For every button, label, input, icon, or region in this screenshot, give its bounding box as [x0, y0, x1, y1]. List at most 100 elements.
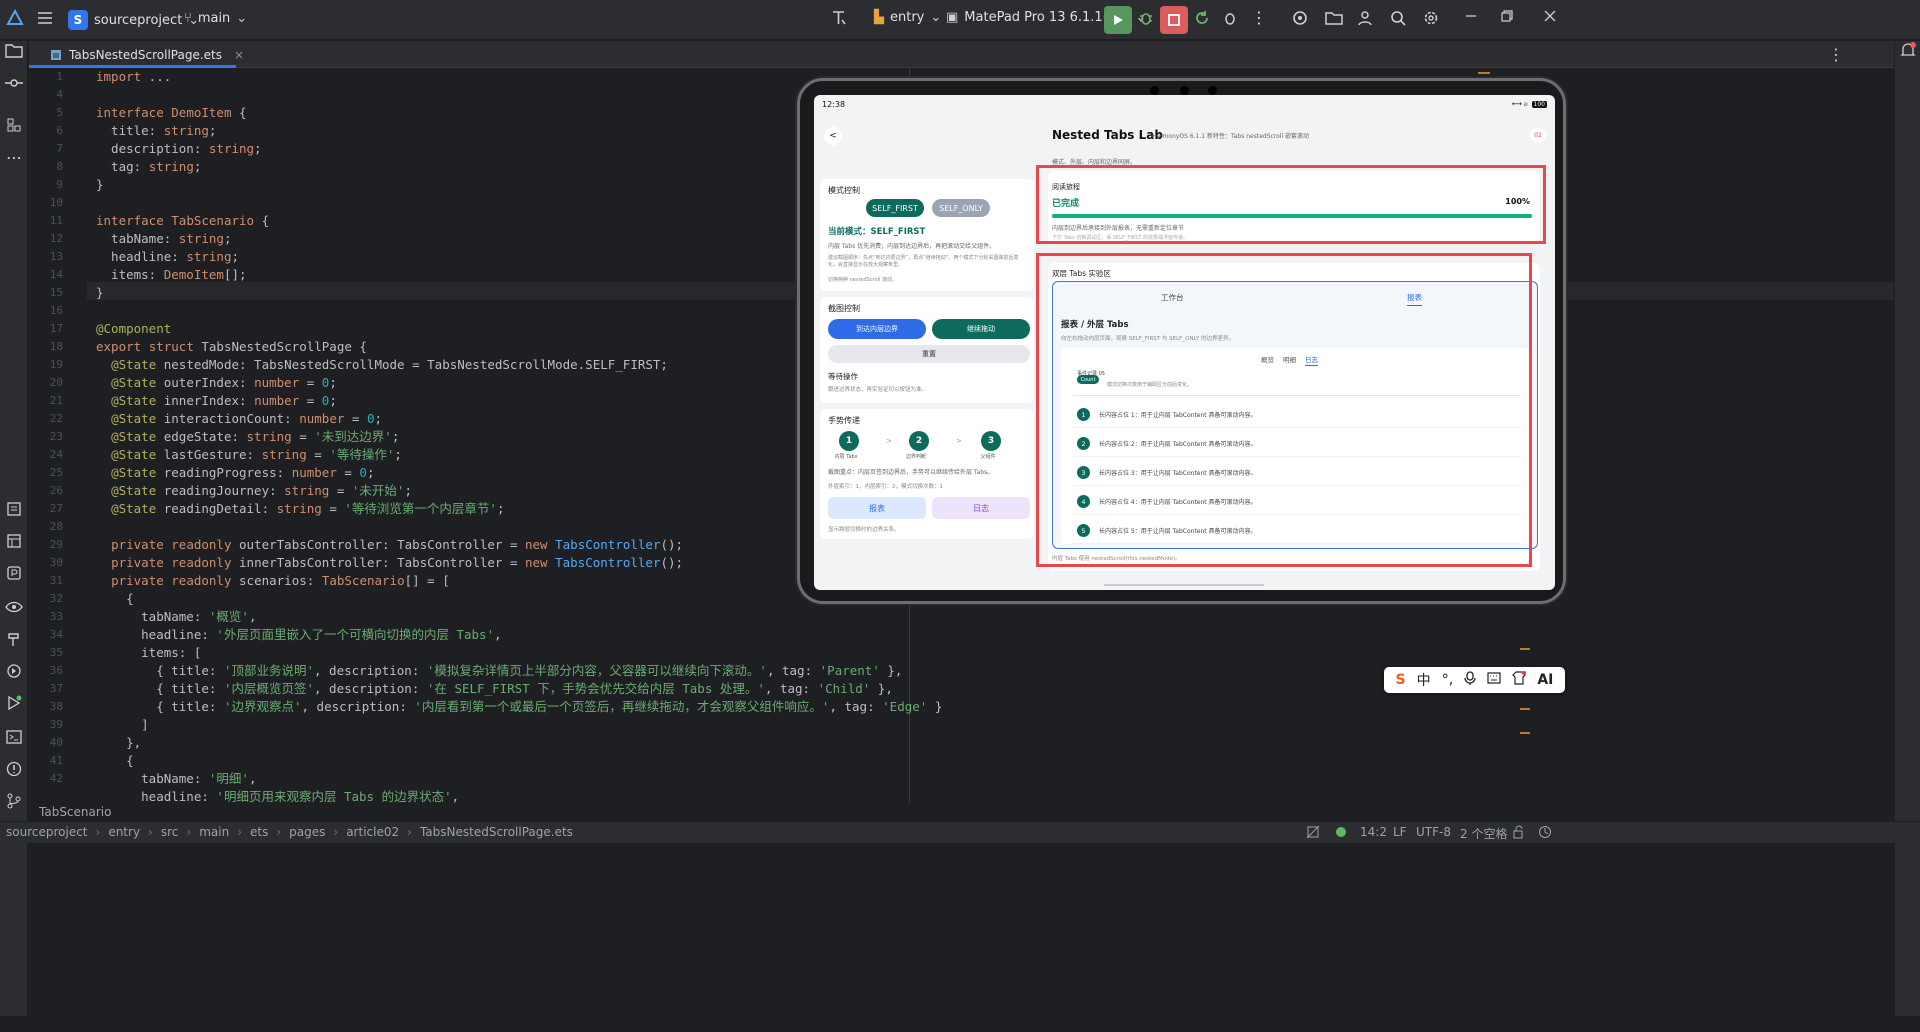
- ime-chinese-toggle[interactable]: 中: [1417, 670, 1431, 690]
- line-number: 6: [56, 124, 63, 137]
- line-number-gutter: 1 4 5 6 7 8 9 10 11 12 13 14 15 16 17 18 19 20 21 22 23 24 25 2…: [29, 68, 87, 803]
- reach-edge-button[interactable]: 到达内层边界: [828, 319, 926, 339]
- indent-setting[interactable]: 2 个空格: [1460, 825, 1507, 842]
- close-icon[interactable]: [1543, 9, 1557, 23]
- sogou-logo-icon[interactable]: S: [1396, 672, 1406, 688]
- problems-icon[interactable]: [4, 759, 24, 779]
- line-number: 4: [56, 88, 63, 101]
- mode-hint: 建议截图顺序：先点“到达内层边界”，再点“继续拖动”。两个模式下分别采图做前后变…: [828, 255, 1019, 268]
- ai-assistant-button[interactable]: AI: [1537, 672, 1553, 688]
- chevron-down-icon: ⌄: [930, 10, 942, 25]
- path-segment[interactable]: main: [199, 825, 229, 839]
- tab-more-icon[interactable]: ⋮: [1828, 45, 1844, 64]
- line-number: 25: [49, 466, 63, 479]
- settings-gear-icon[interactable]: [1422, 9, 1440, 27]
- line-number: 16: [49, 304, 63, 317]
- font-tool-icon[interactable]: [830, 9, 848, 27]
- debug-icon[interactable]: [1137, 9, 1155, 27]
- profiler-icon[interactable]: [4, 563, 24, 583]
- code-breadcrumb[interactable]: TabScenario: [29, 803, 1894, 821]
- minimize-icon[interactable]: [1464, 9, 1478, 23]
- path-segment[interactable]: TabsNestedScrollPage.ets: [420, 825, 573, 839]
- line-ending[interactable]: LF: [1393, 825, 1407, 839]
- tab-close-icon[interactable]: ×: [234, 48, 244, 62]
- self-first-button[interactable]: SELF_FIRST: [866, 199, 924, 217]
- signal-icon: ⟷ ᵢₗₗ: [1511, 100, 1528, 108]
- path-segment[interactable]: sourceproject: [6, 825, 88, 839]
- reset-button[interactable]: 重置: [828, 345, 1030, 363]
- commit-icon[interactable]: [4, 73, 24, 93]
- report-button[interactable]: 报表: [828, 497, 926, 519]
- more-actions-icon[interactable]: ⋮: [1251, 8, 1267, 27]
- camera-dot: [1208, 86, 1217, 95]
- ime-punctuation-icon[interactable]: °,: [1442, 672, 1453, 688]
- path-segment[interactable]: ets: [250, 825, 268, 839]
- log-button[interactable]: 日志: [932, 497, 1030, 519]
- line-number: 8: [56, 160, 63, 173]
- camera-dot: [1150, 86, 1159, 95]
- chevron-right-icon: ›: [148, 825, 153, 839]
- gesture-step: 1 内层 Tabs: [835, 431, 860, 460]
- todo-icon[interactable]: [4, 499, 24, 519]
- skin-shirt-icon[interactable]: [1512, 671, 1527, 689]
- notifications-icon[interactable]: [1899, 41, 1917, 59]
- version-control-icon[interactable]: [4, 791, 24, 811]
- cursor-position[interactable]: 14:2: [1360, 825, 1387, 839]
- editor-tab-bar: TabsNestedScrollPage.ets × ⋮: [29, 41, 1894, 68]
- search-icon[interactable]: [1389, 9, 1407, 27]
- project-folder-icon[interactable]: [4, 41, 24, 61]
- attach-debugger-icon[interactable]: [1221, 9, 1239, 27]
- restore-icon[interactable]: [1500, 9, 1514, 23]
- module-name: entry: [890, 10, 925, 25]
- log-icon[interactable]: [4, 531, 24, 551]
- left-tool-strip: ⋯: [0, 41, 28, 1016]
- preview-eye-icon[interactable]: [4, 597, 24, 617]
- chevron-right-icon: ›: [95, 825, 101, 839]
- line-number: 12: [49, 232, 63, 245]
- no-sync-icon[interactable]: [1306, 825, 1320, 839]
- step-arrow: >: [956, 437, 962, 445]
- services-icon[interactable]: [4, 661, 24, 681]
- run-button[interactable]: [1104, 6, 1132, 34]
- highlight-lab-area: [1036, 253, 1532, 567]
- path-segment[interactable]: src: [161, 825, 179, 839]
- mode-switch-hint: 切换两种 nestedScroll 滚动。: [828, 277, 897, 283]
- run-panel-icon[interactable]: [4, 693, 24, 713]
- line-number: 27: [49, 502, 63, 515]
- path-segment[interactable]: pages: [289, 825, 325, 839]
- project-switcher[interactable]: S sourceproject ⌄: [68, 10, 199, 30]
- main-menu-icon[interactable]: [36, 9, 54, 27]
- module-selector[interactable]: ▙ entry ⌄: [874, 10, 941, 25]
- code-line: ]: [96, 717, 149, 732]
- rerun-icon[interactable]: [1193, 9, 1211, 27]
- self-only-button[interactable]: SELF_ONLY: [932, 199, 990, 217]
- readonly-lock-icon[interactable]: [1512, 825, 1524, 839]
- page-badge: 02: [1530, 128, 1546, 142]
- memory-indicator-icon[interactable]: [1538, 825, 1552, 839]
- back-button[interactable]: <: [824, 127, 842, 145]
- terminal-icon[interactable]: [4, 727, 24, 747]
- folder-icon[interactable]: [1324, 9, 1344, 27]
- line-number: 22: [49, 412, 63, 425]
- stop-button[interactable]: [1160, 6, 1188, 34]
- microphone-icon[interactable]: [1464, 671, 1476, 689]
- build-hammer-icon[interactable]: [4, 629, 24, 649]
- app-subtitle: HarmonyOS 6.1.1 新特性：Tabs nestedScroll 嵌套…: [1152, 133, 1310, 140]
- structure-icon[interactable]: [4, 115, 24, 135]
- file-encoding[interactable]: UTF-8: [1416, 825, 1451, 839]
- path-segment[interactable]: entry: [108, 825, 140, 839]
- codelinter-icon[interactable]: [1291, 9, 1309, 27]
- chevron-right-icon: ›: [237, 825, 242, 839]
- more-tools-icon[interactable]: ⋯: [4, 147, 24, 167]
- branch-switcher[interactable]: ⑂ main ⌄: [184, 11, 247, 26]
- path-segment[interactable]: article02: [346, 825, 399, 839]
- app-logo-icon: [6, 9, 24, 27]
- keyboard-icon[interactable]: [1487, 672, 1501, 688]
- branch-name: main: [197, 11, 231, 26]
- line-number: 37: [49, 682, 63, 695]
- continue-drag-button[interactable]: 继续拖动: [932, 319, 1030, 339]
- account-icon[interactable]: [1356, 9, 1374, 27]
- chevron-down-icon: ⌄: [236, 11, 248, 26]
- line-number: 19: [49, 358, 63, 371]
- tab-tabsnestedscrollpage[interactable]: TabsNestedScrollPage.ets ×: [41, 41, 252, 68]
